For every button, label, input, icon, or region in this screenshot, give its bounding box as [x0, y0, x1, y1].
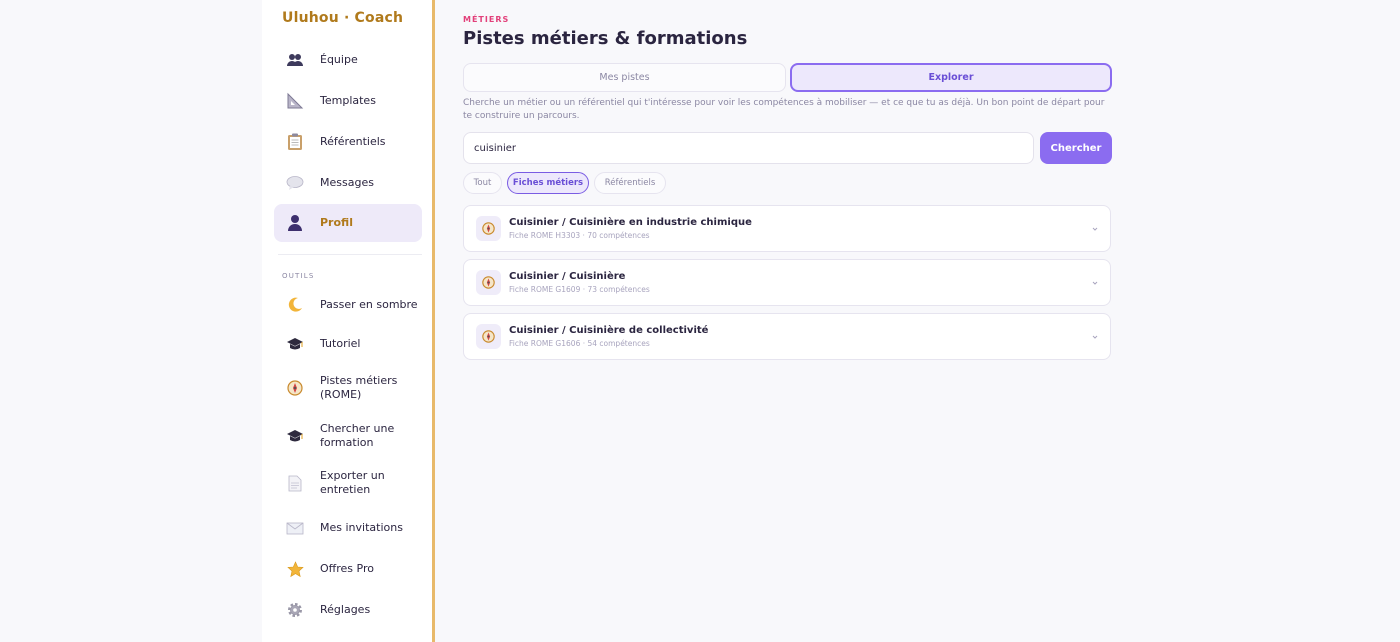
sidebar-divider: [278, 254, 422, 255]
chevron-down-icon[interactable]: [1090, 224, 1100, 234]
result-card[interactable]: Cuisinier / Cuisinière de collectivité F…: [463, 313, 1111, 360]
brand-title: Uluhou · Coach: [282, 10, 404, 26]
document-icon: [284, 472, 306, 494]
sidebar-item-dark-mode[interactable]: Passer en sombre: [274, 286, 422, 324]
gear-icon: [284, 599, 306, 621]
moon-icon: [284, 294, 306, 316]
sidebar-item-label: Chercher une formation: [320, 422, 395, 449]
user-icon: [284, 212, 306, 234]
sidebar-border: [432, 0, 435, 642]
result-subtitle: Fiche ROME H3303 · 70 compétences: [509, 231, 650, 240]
filter-chip-referentiels[interactable]: Référentiels: [594, 172, 666, 194]
sidebar-item-label: Profil: [320, 216, 353, 229]
sidebar-item-label: Réglages: [320, 603, 371, 616]
clipboard-icon: [284, 131, 306, 153]
sidebar-item-label: Mes invitations: [320, 521, 403, 534]
speech-bubble-icon: [284, 172, 306, 194]
sidebar-item-exporter-entretien[interactable]: Exporter un entretien: [274, 464, 422, 502]
sidebar-item-label: Passer en sombre: [320, 298, 418, 311]
section-kicker: MÉTIERS: [463, 15, 510, 24]
tools-section-label: OUTILS: [282, 272, 315, 280]
sidebar-item-messages[interactable]: Messages: [274, 164, 422, 202]
sidebar-item-profil[interactable]: Profil: [274, 204, 422, 242]
sidebar-item-offres-pro[interactable]: Offres Pro: [274, 550, 422, 588]
result-title: Cuisinier / Cuisinière de collectivité: [509, 325, 709, 336]
result-subtitle: Fiche ROME G1609 · 73 compétences: [509, 285, 650, 294]
chevron-down-icon[interactable]: [1090, 278, 1100, 288]
sidebar-item-templates[interactable]: Templates: [274, 82, 422, 120]
sidebar-item-chercher-formation[interactable]: Chercher une formation: [274, 417, 422, 455]
sidebar-item-label: Offres Pro: [320, 562, 374, 575]
search-button[interactable]: Chercher: [1040, 132, 1112, 164]
page-title: Pistes métiers & formations: [463, 28, 748, 49]
graduation-cap-icon: [284, 425, 306, 447]
chevron-down-icon[interactable]: [1090, 332, 1100, 342]
tab-mes-pistes[interactable]: Mes pistes: [463, 63, 786, 92]
filter-chip-tout[interactable]: Tout: [463, 172, 502, 194]
tab-explorer[interactable]: Explorer: [790, 63, 1112, 92]
sidebar-item-label: Référentiels: [320, 135, 386, 148]
result-title: Cuisinier / Cuisinière: [509, 271, 626, 282]
sidebar-item-label: Pistes métiers (ROME): [320, 374, 398, 401]
compass-icon: [476, 270, 501, 295]
sidebar-item-referentiels[interactable]: Référentiels: [274, 123, 422, 161]
sidebar-item-label: Exporter un entretien: [320, 469, 385, 496]
sidebar-item-equipe[interactable]: Équipe: [274, 41, 422, 79]
envelope-icon: [284, 517, 306, 539]
star-icon: [284, 558, 306, 580]
graduation-cap-icon: [284, 333, 306, 355]
sidebar-item-label: Équipe: [320, 53, 358, 66]
sidebar-item-pistes-metiers[interactable]: Pistes métiers (ROME): [274, 369, 422, 407]
compass-icon: [476, 324, 501, 349]
team-icon: [284, 49, 306, 71]
compass-icon: [284, 377, 306, 399]
result-title: Cuisinier / Cuisinière en industrie chim…: [509, 217, 752, 228]
sidebar-item-reglages[interactable]: Réglages: [274, 591, 422, 629]
sidebar-item-invitations[interactable]: Mes invitations: [274, 509, 422, 547]
filter-chip-fiches-metiers[interactable]: Fiches métiers: [507, 172, 589, 194]
result-card[interactable]: Cuisinier / Cuisinière Fiche ROME G1609 …: [463, 259, 1111, 306]
sidebar: Uluhou · Coach Équipe Templates Référent…: [262, 0, 432, 642]
sidebar-item-tutoriel[interactable]: Tutoriel: [274, 325, 422, 363]
result-subtitle: Fiche ROME G1606 · 54 compétences: [509, 339, 650, 348]
result-card[interactable]: Cuisinier / Cuisinière en industrie chim…: [463, 205, 1111, 252]
sidebar-item-label: Templates: [320, 94, 376, 107]
sidebar-item-label: Messages: [320, 176, 374, 189]
page-description: Cherche un métier ou un référentiel qui …: [463, 98, 1105, 121]
ruler-triangle-icon: [284, 90, 306, 112]
sidebar-item-label: Tutoriel: [320, 337, 361, 350]
search-input[interactable]: [463, 132, 1034, 164]
compass-icon: [476, 216, 501, 241]
